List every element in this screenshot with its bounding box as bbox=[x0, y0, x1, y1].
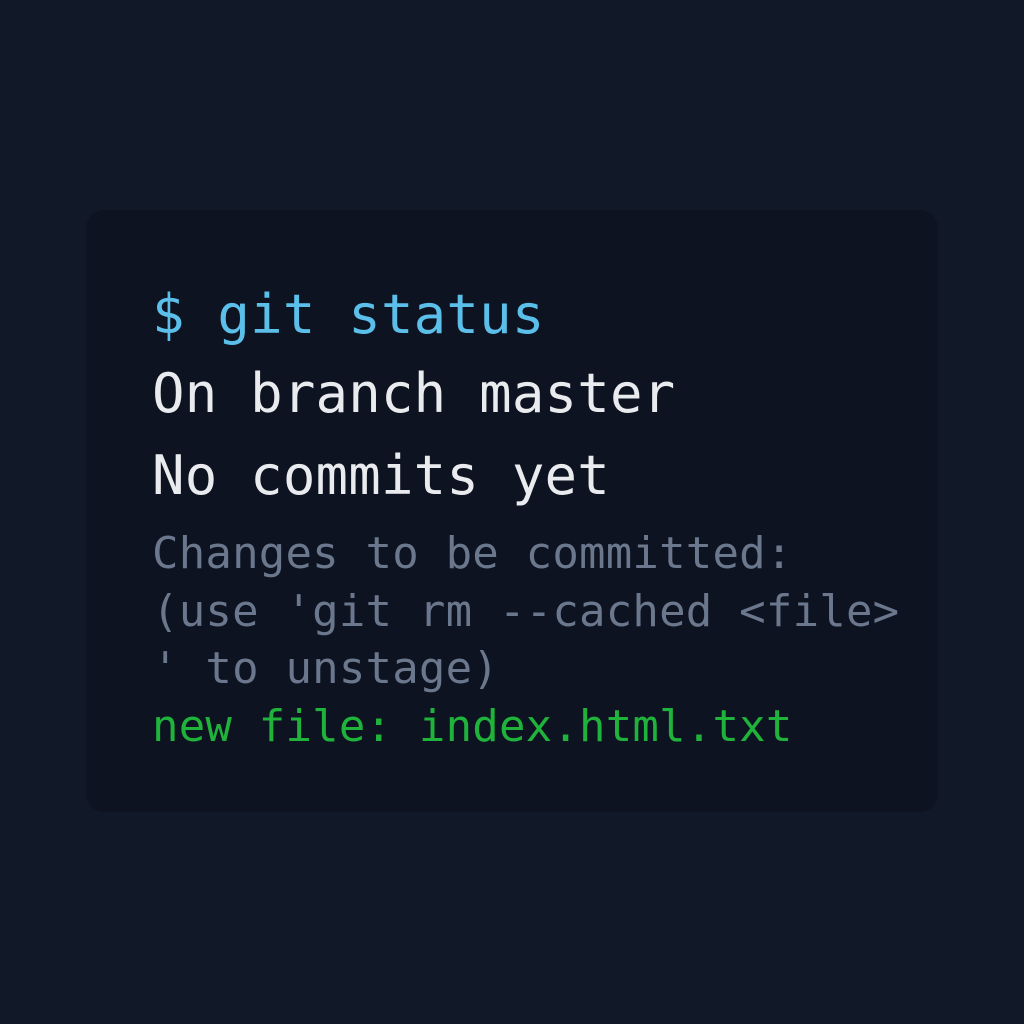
terminal-window: $ git status On branch master No commits… bbox=[86, 210, 938, 812]
staged-file-line: new file: index.html.txt bbox=[152, 701, 793, 752]
command-line: $ git status bbox=[152, 283, 545, 346]
commits-status-line: No commits yet bbox=[152, 444, 610, 507]
unstage-hint-line-2: ' to unstage) bbox=[152, 643, 499, 694]
changes-header: Changes to be committed: bbox=[152, 528, 793, 579]
unstage-hint-line-1: (use 'git rm --cached <file> bbox=[152, 586, 900, 637]
branch-status-line: On branch master bbox=[152, 362, 676, 425]
